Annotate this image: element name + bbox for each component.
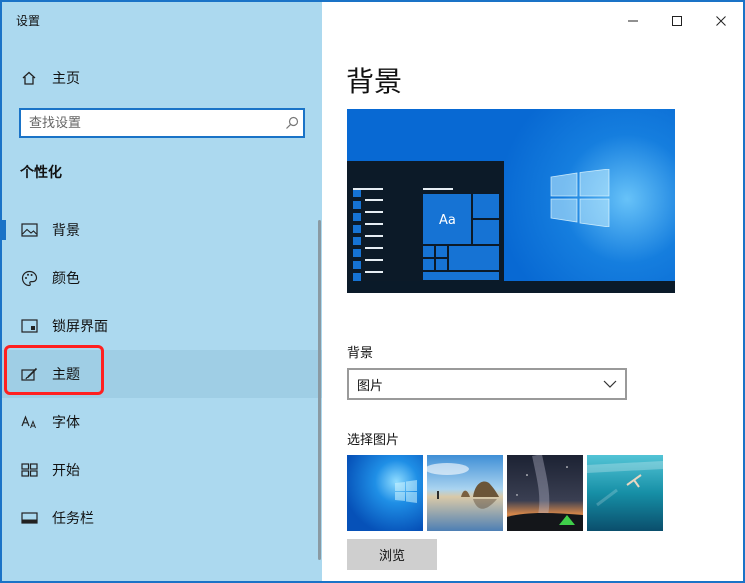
sidebar-item-label: 开始	[52, 463, 80, 479]
sidebar-scrollbar[interactable]	[318, 220, 321, 560]
sidebar-item-label: 任务栏	[52, 511, 94, 527]
taskbar-icon	[20, 509, 38, 527]
close-button[interactable]	[698, 8, 743, 34]
background-type-label: 背景	[347, 346, 374, 361]
chevron-down-icon	[603, 380, 617, 388]
search-box[interactable]	[19, 108, 305, 138]
desktop-preview: Aa	[347, 109, 675, 293]
minimize-button[interactable]	[610, 8, 656, 34]
page-title: 背景	[346, 65, 403, 98]
search-icon[interactable]	[281, 116, 303, 130]
underwater-swimmer-wallpaper-thumbnail[interactable]	[587, 455, 663, 531]
sidebar-item-label: 背景	[52, 223, 80, 239]
sidebar-item-label: 主页	[52, 71, 80, 87]
search-input[interactable]	[21, 114, 281, 132]
sidebar-item-lock-screen[interactable]: 锁屏界面	[2, 302, 322, 350]
sidebar-item-background[interactable]: 背景	[2, 206, 322, 254]
maximize-button[interactable]	[654, 8, 700, 34]
sidebar-item-label: 字体	[52, 415, 80, 431]
sidebar-item-label: 颜色	[52, 271, 80, 287]
choose-picture-label: 选择图片	[347, 433, 400, 448]
sidebar-item-taskbar[interactable]: 任务栏	[2, 494, 322, 542]
sidebar-item-colors[interactable]: 颜色	[2, 254, 322, 302]
settings-window: 设置 主页 个性化 背景 颜色	[0, 0, 745, 583]
windows-logo-icon	[550, 169, 610, 227]
start-tiles-icon	[20, 461, 38, 479]
sidebar-item-start[interactable]: 开始	[2, 446, 322, 494]
sidebar-item-label: 主题	[52, 367, 80, 383]
minimize-icon	[628, 20, 638, 22]
image-icon	[20, 221, 38, 239]
picture-thumbnails	[347, 455, 663, 531]
close-icon	[716, 16, 726, 26]
browse-button[interactable]: 浏览	[347, 539, 437, 570]
app-title: 设置	[16, 14, 41, 28]
background-type-select[interactable]: 图片	[347, 368, 627, 400]
sidebar-item-themes[interactable]: 主题	[2, 350, 322, 398]
palette-icon	[20, 269, 38, 287]
lock-screen-icon	[20, 317, 38, 335]
background-type-value: 图片	[357, 378, 384, 394]
windows-blue-wallpaper-thumbnail[interactable]	[347, 455, 423, 531]
sidebar-item-label: 锁屏界面	[52, 319, 108, 335]
beach-rocks-wallpaper-thumbnail[interactable]	[427, 455, 503, 531]
night-sky-tent-wallpaper-thumbnail[interactable]	[507, 455, 583, 531]
sidebar: 设置 主页 个性化 背景 颜色	[2, 2, 322, 581]
sidebar-item-home[interactable]: 主页	[2, 54, 322, 102]
maximize-icon	[672, 16, 682, 26]
font-icon	[20, 413, 38, 431]
preview-sample-text: Aa	[439, 213, 456, 228]
preview-start-menu: Aa	[347, 161, 504, 281]
main-content: 背景 Aa 背景 图片 选择图片 浏览	[322, 2, 743, 581]
theme-brush-icon	[20, 365, 38, 383]
sidebar-item-fonts[interactable]: 字体	[2, 398, 322, 446]
section-title: 个性化	[20, 165, 62, 181]
preview-taskbar	[347, 281, 675, 293]
home-icon	[20, 69, 38, 87]
